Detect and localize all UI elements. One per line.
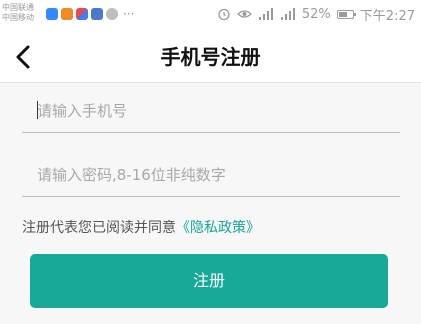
more-notifications-icon: ··· <box>123 7 135 21</box>
status-bar: 中国联通 中国移动 ··· 52% 下午2:27 <box>0 0 421 32</box>
phone-field <box>22 89 400 133</box>
text-caret <box>37 101 38 119</box>
register-button[interactable]: 注册 <box>30 254 388 308</box>
title-bar: 手机号注册 <box>0 32 421 83</box>
privacy-policy-link[interactable]: 《隐私政策》 <box>176 220 260 236</box>
agreement-prefix: 注册代表您已阅读并同意 <box>22 220 176 236</box>
alarm-icon <box>217 7 231 21</box>
clock: 下午2:27 <box>359 8 415 24</box>
chat-notification-icon <box>106 8 118 20</box>
agreement-text: 注册代表您已阅读并同意《隐私政策》 <box>22 218 260 238</box>
battery-percent: 52% <box>301 6 331 22</box>
carrier-name: 中国联通 中国移动 <box>2 3 34 22</box>
notification-icons: ··· <box>46 7 134 21</box>
page-title: 手机号注册 <box>160 45 261 69</box>
app-notification-icon <box>76 8 88 20</box>
eye-comfort-icon <box>237 8 252 20</box>
signal-icon <box>258 7 274 21</box>
password-input[interactable] <box>37 153 392 196</box>
app-notification-icon <box>61 8 73 20</box>
password-field <box>22 153 400 197</box>
signal-icon <box>280 7 296 21</box>
status-right: 52% 下午2:27 <box>211 6 415 24</box>
app-notification-icon <box>46 8 58 20</box>
battery-icon <box>336 9 356 19</box>
phone-input[interactable] <box>37 89 392 132</box>
app-notification-icon <box>91 8 103 20</box>
